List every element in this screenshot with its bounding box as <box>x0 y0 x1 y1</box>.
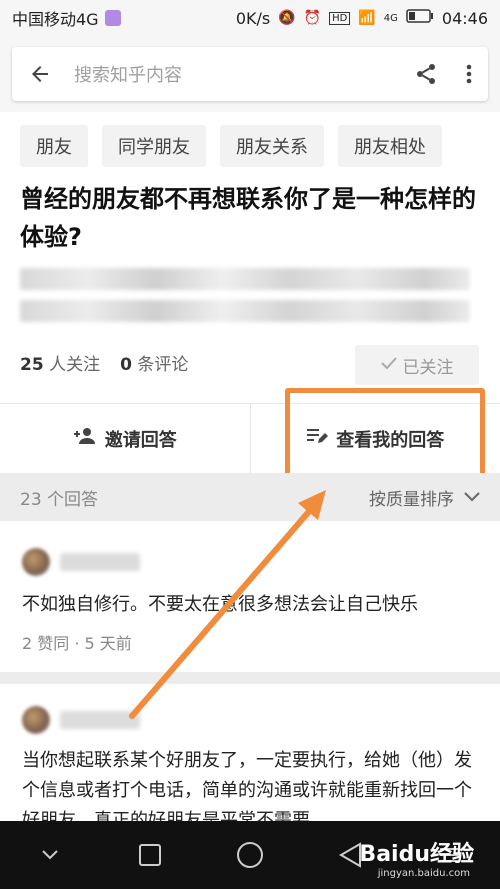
tag-item[interactable]: 同学朋友 <box>102 125 206 167</box>
nav-recents-button[interactable] <box>100 843 200 867</box>
nav-home-button[interactable] <box>200 841 300 869</box>
clock: 04:46 <box>441 8 488 28</box>
tag-item[interactable]: 朋友 <box>20 125 88 167</box>
author-name-blurred <box>60 711 140 729</box>
chevron-down-icon <box>464 487 480 507</box>
status-bar: 中国移动4G 0K/s 🔕 ⏰ HD 📶 4G 04:46 <box>0 0 500 36</box>
answer-meta: 2 赞同 · 5 天前 <box>22 634 132 653</box>
app-notification-icon <box>104 10 121 26</box>
avatar[interactable] <box>22 706 50 734</box>
back-arrow-icon[interactable] <box>28 62 52 86</box>
comments-stat[interactable]: 0 条评论 <box>120 350 188 375</box>
highlight-annotation-box <box>285 388 485 486</box>
sort-dropdown[interactable]: 按质量排序 <box>369 485 480 510</box>
answer-author[interactable] <box>22 700 478 740</box>
tag-item[interactable]: 朋友相处 <box>338 125 442 167</box>
sort-label: 按质量排序 <box>369 489 454 510</box>
top-bar: 搜索知乎内容 <box>0 36 500 112</box>
follow-button-label: 已关注 <box>402 357 454 378</box>
search-bar[interactable]: 搜索知乎内容 <box>12 47 488 101</box>
invite-answer-button[interactable]: 邀请回答 <box>0 404 250 473</box>
answer-author[interactable] <box>22 542 478 582</box>
answer-item[interactable]: 不如独自修行。不要太在意很多想法会让自己快乐 2 赞同 · 5 天前 <box>0 542 500 654</box>
tag-item[interactable]: 朋友关系 <box>220 125 324 167</box>
search-input[interactable]: 搜索知乎内容 <box>74 61 414 87</box>
more-vertical-icon[interactable] <box>466 62 472 86</box>
hd-icon: HD <box>329 11 351 25</box>
alarm-icon: ⏰ <box>303 10 322 26</box>
wifi-icon: 📶 <box>358 10 376 26</box>
divider <box>0 672 500 684</box>
carrier-label: 中国移动4G <box>12 10 99 29</box>
answer-item[interactable]: 当你想起联系某个好朋友了，一定要执行，给她（他）发个信息或者打个电话，简单的沟通… <box>0 700 500 836</box>
add-person-icon <box>73 426 97 451</box>
follow-button[interactable]: 已关注 <box>355 345 479 385</box>
question-description-blurred <box>20 268 470 328</box>
square-icon <box>139 844 161 866</box>
check-icon <box>380 355 397 375</box>
baidu-watermark-url: jingyan.baidu.com <box>377 868 470 879</box>
circle-icon <box>237 842 263 868</box>
chevron-down-icon <box>42 850 58 860</box>
mute-icon: 🔕 <box>278 10 296 26</box>
answers-count: 23 个回答 <box>20 489 99 510</box>
answer-text: 不如独自修行。不要太在意很多想法会让自己快乐 <box>22 594 418 615</box>
triangle-back-icon <box>339 842 361 868</box>
invite-answer-label: 邀请回答 <box>104 429 177 451</box>
answers-header: 23 个回答 按质量排序 <box>0 473 500 521</box>
network-speed: 0K/s <box>235 8 271 28</box>
followers-stat: 25 人关注 <box>20 355 101 375</box>
topic-tags: 朋友 同学朋友 朋友关系 朋友相处 <box>20 125 442 167</box>
baidu-watermark: Baidu经验 <box>359 842 474 867</box>
question-title: 曾经的朋友都不再想联系你了是一种怎样的体验? <box>20 185 476 251</box>
signal-label: 4G <box>383 12 398 24</box>
nav-collapse-button[interactable] <box>0 849 100 861</box>
author-name-blurred <box>60 553 140 571</box>
question-stats: 25 人关注 0 条评论 <box>20 350 188 375</box>
share-icon[interactable] <box>414 62 438 86</box>
battery-icon <box>406 9 434 27</box>
avatar[interactable] <box>22 548 50 576</box>
